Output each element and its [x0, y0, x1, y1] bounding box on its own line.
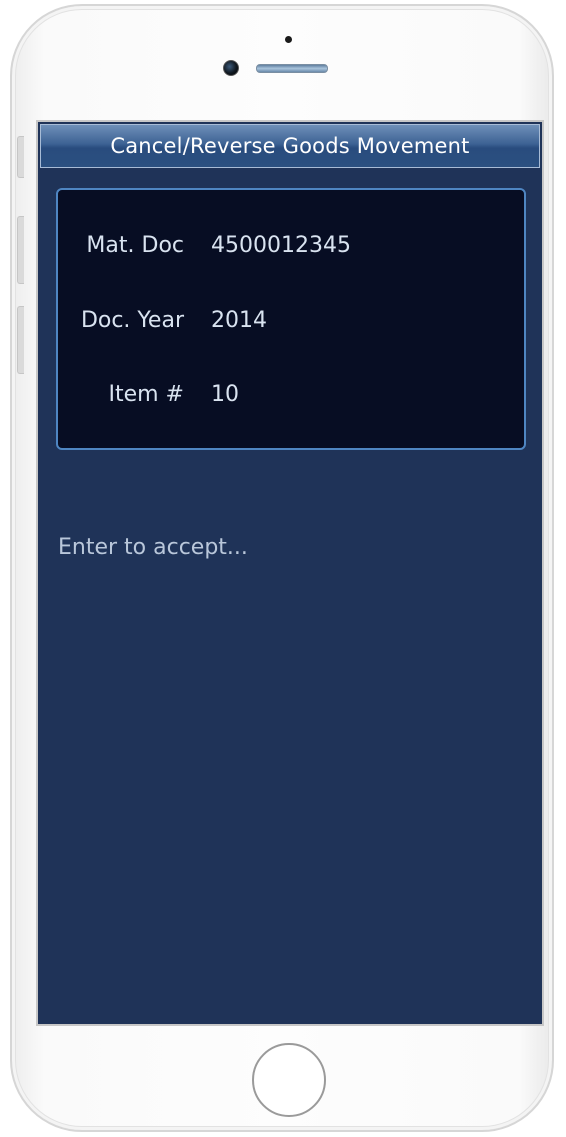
item-number-label: Item # — [108, 382, 184, 407]
doc-year-label: Doc. Year — [80, 308, 184, 333]
speaker-icon — [256, 64, 328, 73]
camera-icon — [223, 60, 239, 76]
app-screen: Cancel/Reverse Goods Movement Mat. Doc 4… — [36, 120, 544, 1026]
item-number-row: Item # 10 — [58, 379, 524, 411]
proximity-sensor-icon — [285, 36, 292, 43]
document-info-panel: Mat. Doc 4500012345 Doc. Year 2014 Item … — [56, 188, 526, 450]
doc-year-value: 2014 — [211, 308, 267, 333]
home-button-icon[interactable] — [252, 1043, 326, 1117]
mat-doc-label: Mat. Doc — [86, 233, 184, 258]
volume-up-button — [17, 216, 24, 284]
mute-switch — [17, 136, 24, 178]
item-number-value: 10 — [211, 382, 239, 407]
mat-doc-row: Mat. Doc 4500012345 — [58, 230, 524, 262]
volume-down-button — [17, 306, 24, 374]
title-bar: Cancel/Reverse Goods Movement — [40, 124, 540, 168]
doc-year-row: Doc. Year 2014 — [58, 305, 524, 337]
page-title: Cancel/Reverse Goods Movement — [110, 134, 470, 158]
accept-prompt: Enter to accept... — [58, 535, 248, 560]
mat-doc-value: 4500012345 — [211, 233, 351, 258]
